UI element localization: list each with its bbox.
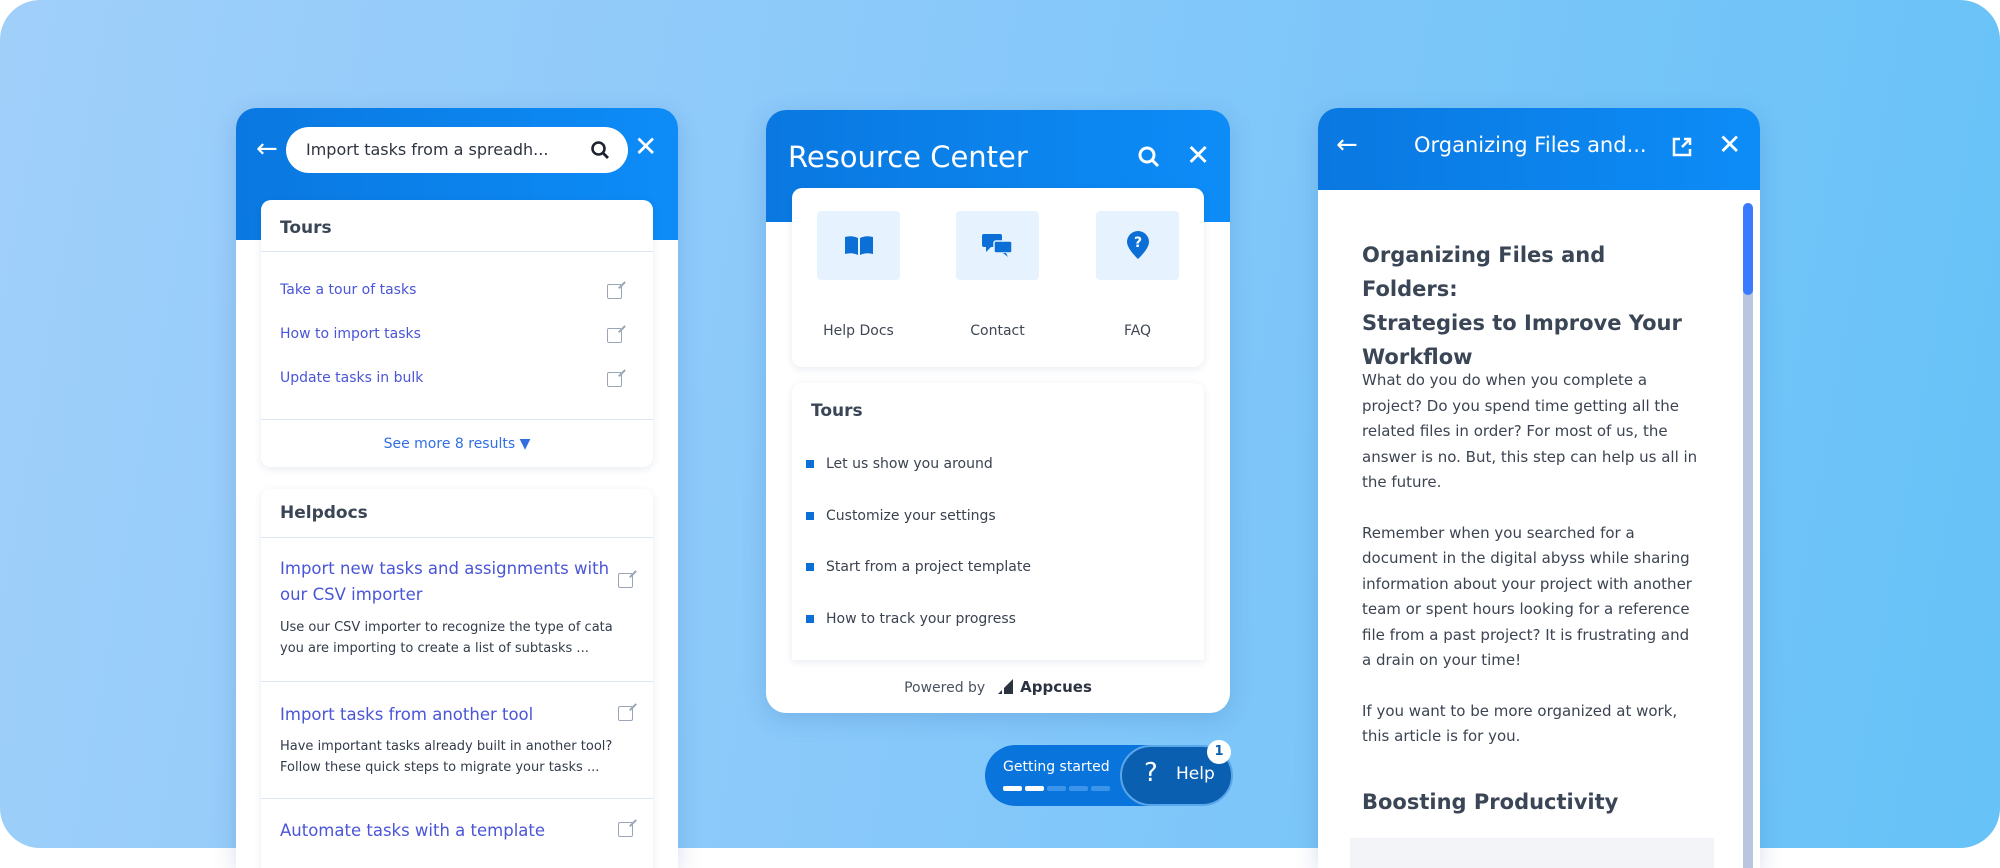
resource-center-panel: Resource Center ✕ Help Docs Contact ? FA… [766,110,1230,713]
article-paragraph: What do you do when you complete a projec… [1362,368,1722,496]
article-heading-line: Organizing Files and Folders: [1362,243,1606,301]
question-pin-icon: ? [1127,231,1149,259]
tile-label: Help Docs [823,323,894,339]
progress-bar [1003,786,1110,791]
search-icon[interactable] [1137,145,1161,169]
helpdocs-heading: Helpdocs [280,503,368,523]
close-icon[interactable]: ✕ [1718,128,1741,161]
quick-links-card: Help Docs Contact ? FAQ [792,188,1204,367]
tours-heading: Tours [280,218,332,238]
tour-item[interactable]: Customize your settings [806,505,996,524]
code-block [1350,838,1714,868]
article-paragraph: Remember when you searched for a document… [1362,521,1722,674]
caret-down-icon: ▼ [519,436,531,452]
paragraph-line: information about your project with anot… [1362,574,1692,593]
paragraph-line: If you want to be more organized at work… [1362,701,1678,720]
external-link-icon[interactable] [1671,136,1693,158]
paragraph-line: a drain on your time! [1362,651,1522,669]
article-paragraph: If you want to be more organized at work… [1362,699,1722,750]
progress-segment [1025,786,1044,791]
bullet-icon [806,460,814,468]
back-arrow-icon[interactable]: ← [1336,130,1358,160]
search-input[interactable]: Import tasks from a spreadh... [286,127,628,173]
progress-segment [1003,786,1022,791]
external-link-icon [607,372,622,387]
external-link-icon [607,328,622,343]
article-header-title: Organizing Files and... [1414,133,1647,157]
progress-segment [1069,786,1088,791]
tour-item[interactable]: Let us show you around [806,453,993,472]
bullet-icon [806,615,814,623]
paragraph-line: team or spent hours looking for a refere… [1362,600,1690,618]
paragraph-line: file from a past project? It is frustrat… [1362,625,1690,644]
tour-item[interactable]: How to track your progress [806,608,1016,627]
paragraph-line: project? Do you spend time getting all t… [1362,396,1680,415]
progress-segment [1091,786,1110,791]
paragraph-line: answer is no. But, this step can help us… [1362,447,1698,466]
chat-icon [982,234,1013,257]
appcues-logo-icon [997,679,1013,694]
resource-center-title: Resource Center [788,140,1028,174]
external-link-icon [618,706,633,721]
article-panel: ← Organizing Files and... ✕ Organizing F… [1318,108,1760,868]
tile-label: Contact [970,323,1025,339]
tile-faq[interactable]: ? [1096,211,1179,280]
article-subheading: Boosting Productivity [1362,790,1619,814]
article-heading-line: Strategies to Improve Your [1362,311,1682,335]
powered-by-footer[interactable]: Powered by Appcues [766,678,1230,696]
paragraph-line: What do you do when you complete a [1362,371,1648,389]
bullet-icon [806,512,814,520]
tile-contact[interactable] [956,211,1039,280]
tours-heading: Tours [811,401,863,421]
scrollbar-thumb[interactable] [1743,203,1753,295]
paragraph-line: Remember when you searched for a [1362,523,1635,542]
search-results-panel: ← Import tasks from a spreadh... ✕ Tours… [236,108,678,868]
tour-item[interactable]: Start from a project template [806,556,1031,575]
close-icon[interactable]: ✕ [1186,138,1210,172]
close-icon[interactable]: ✕ [634,130,657,163]
scrollbar[interactable] [1743,203,1753,868]
search-icon[interactable] [590,140,610,160]
see-more-button[interactable]: See more 8 results ▼ [261,436,653,452]
article-heading: Organizing Files and Folders: Strategies … [1362,238,1702,374]
tile-label: FAQ [1123,323,1152,339]
paragraph-line: the future. [1362,473,1442,491]
book-icon [845,236,873,255]
question-icon: ? [1144,758,1158,788]
tours-card: Tours Let us show you around Customize y… [792,383,1204,660]
external-link-icon [618,822,633,837]
tours-card: Tours Take a tour of tasks How to import… [261,200,653,467]
bullet-icon [806,563,814,571]
helpdocs-card: Helpdocs Import new tasks and assignment… [261,489,653,868]
external-link-icon [618,573,633,588]
paragraph-line: document in the digital abyss while shar… [1362,549,1690,567]
notification-badge: 1 [1207,740,1231,764]
progress-segment [1047,786,1066,791]
back-arrow-icon[interactable]: ← [256,134,278,164]
tile-help-docs[interactable] [817,211,900,280]
paragraph-line: this article is for you. [1362,727,1521,745]
svg-text:?: ? [1134,235,1142,251]
search-value: Import tasks from a spreadh... [306,140,549,159]
paragraph-line: related files in order? For most of us, … [1362,422,1668,440]
external-link-icon [607,284,622,299]
